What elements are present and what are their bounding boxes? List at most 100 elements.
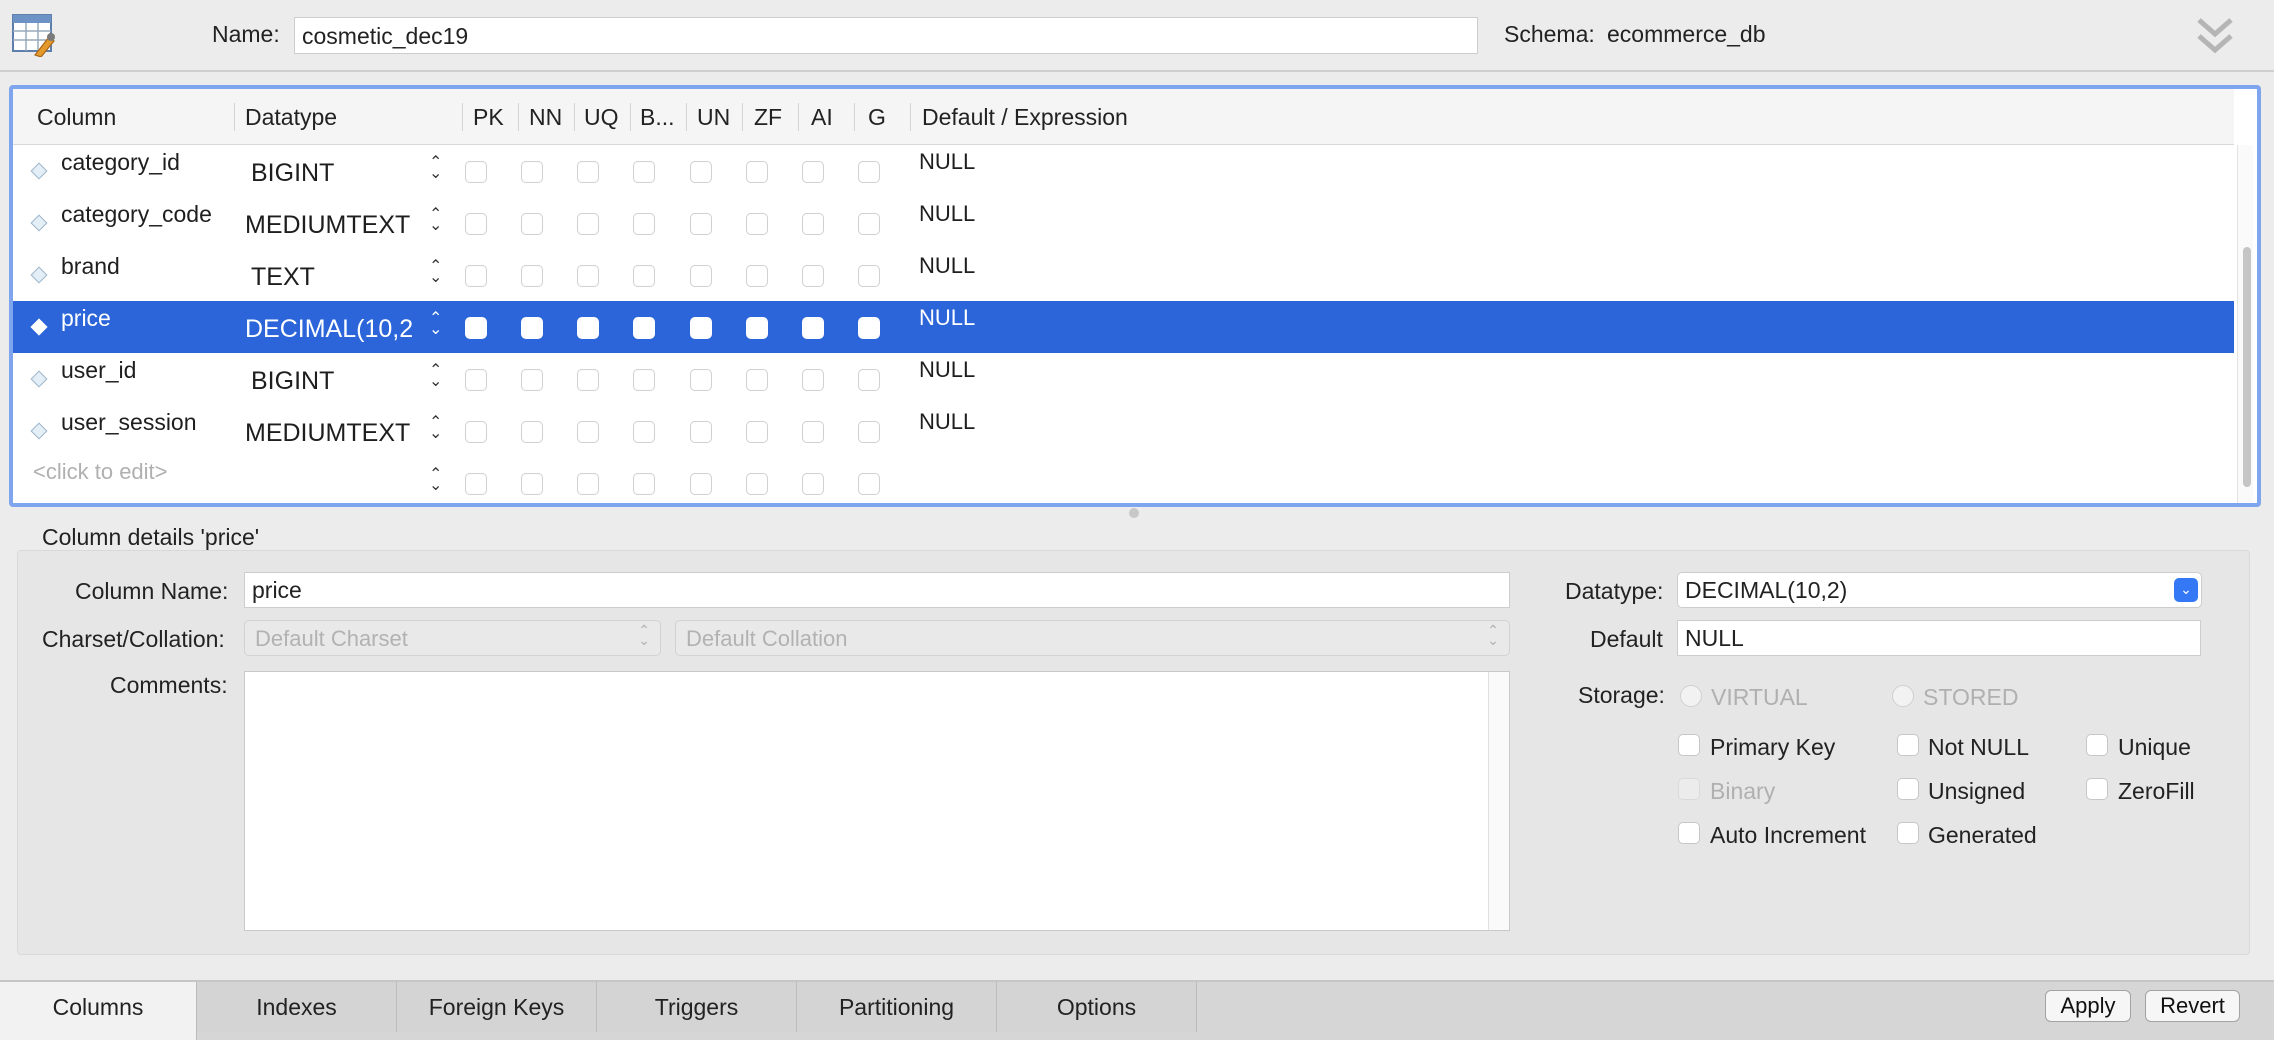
- splitter-handle[interactable]: [1129, 508, 1139, 518]
- pk-checkbox[interactable]: [465, 317, 487, 339]
- table-row-selected[interactable]: price DECIMAL(10,2 ⌃ ⌄ NULL: [13, 301, 2234, 353]
- uq-checkbox[interactable]: [577, 317, 599, 339]
- column-name-cell[interactable]: category_id: [61, 149, 180, 176]
- nn-checkbox[interactable]: [521, 421, 543, 443]
- pk-checkbox[interactable]: [465, 473, 487, 495]
- updown-spinner-icon[interactable]: ⌃ ⌄: [429, 467, 442, 494]
- datatype-cell[interactable]: BIGINT: [251, 367, 441, 396]
- uq-checkbox[interactable]: [577, 473, 599, 495]
- g-checkbox[interactable]: [858, 317, 880, 339]
- updown-spinner-icon[interactable]: ⌃ ⌄: [429, 311, 442, 338]
- collation-select[interactable]: Default Collation ⌃ ⌄: [675, 620, 1510, 656]
- un-checkbox[interactable]: [690, 369, 712, 391]
- datatype-cell[interactable]: BIGINT: [251, 159, 441, 188]
- uq-checkbox[interactable]: [577, 265, 599, 287]
- header-binary[interactable]: B...: [640, 89, 682, 145]
- nn-checkbox[interactable]: [521, 369, 543, 391]
- charset-select[interactable]: Default Charset ⌃ ⌄: [244, 620, 661, 656]
- datatype-combobox[interactable]: DECIMAL(10,2): [1677, 572, 2202, 608]
- revert-button[interactable]: Revert: [2145, 990, 2240, 1022]
- uq-checkbox[interactable]: [577, 161, 599, 183]
- nn-checkbox[interactable]: [521, 265, 543, 287]
- nn-checkbox[interactable]: [521, 317, 543, 339]
- tab-partitioning[interactable]: Partitioning: [797, 982, 997, 1032]
- updown-spinner-icon[interactable]: ⌃ ⌄: [429, 207, 442, 234]
- comments-textarea[interactable]: [244, 671, 1510, 931]
- default-cell[interactable]: NULL: [919, 357, 975, 383]
- nn-checkbox[interactable]: [521, 473, 543, 495]
- g-checkbox[interactable]: [858, 213, 880, 235]
- binary-checkbox[interactable]: [1678, 778, 1700, 800]
- header-uq[interactable]: UQ: [584, 89, 619, 145]
- g-checkbox[interactable]: [858, 265, 880, 287]
- stored-radio[interactable]: [1892, 685, 1914, 707]
- default-cell[interactable]: NULL: [919, 253, 975, 279]
- header-pk[interactable]: PK: [473, 89, 504, 145]
- zf-checkbox[interactable]: [746, 213, 768, 235]
- nn-checkbox[interactable]: [521, 213, 543, 235]
- uq-checkbox[interactable]: [577, 421, 599, 443]
- zf-checkbox[interactable]: [746, 473, 768, 495]
- g-checkbox[interactable]: [858, 161, 880, 183]
- header-nn[interactable]: NN: [529, 89, 562, 145]
- header-datatype[interactable]: Datatype: [245, 89, 337, 145]
- ai-checkbox[interactable]: [802, 161, 824, 183]
- ai-checkbox[interactable]: [802, 265, 824, 287]
- pk-checkbox[interactable]: [465, 265, 487, 287]
- chevron-down-icon[interactable]: ⌄: [2174, 578, 2198, 602]
- ai-checkbox[interactable]: [802, 213, 824, 235]
- columns-grid[interactable]: Column Datatype PK NN UQ B... UN ZF AI G…: [9, 85, 2261, 507]
- uq-checkbox[interactable]: [577, 369, 599, 391]
- header-default[interactable]: Default / Expression: [922, 89, 1128, 145]
- un-checkbox[interactable]: [690, 213, 712, 235]
- tab-indexes[interactable]: Indexes: [197, 982, 397, 1032]
- primary-key-checkbox[interactable]: [1678, 734, 1700, 756]
- header-ai[interactable]: AI: [811, 89, 833, 145]
- tab-columns[interactable]: Columns: [0, 982, 197, 1040]
- table-row[interactable]: category_id BIGINT ⌃ ⌄ NULL: [13, 145, 2234, 197]
- zf-checkbox[interactable]: [746, 369, 768, 391]
- updown-spinner-icon[interactable]: ⌃ ⌄: [429, 155, 442, 182]
- table-name-input[interactable]: cosmetic_dec19: [294, 17, 1478, 54]
- pk-checkbox[interactable]: [465, 161, 487, 183]
- comments-scrollbar[interactable]: [1488, 672, 1509, 930]
- pk-checkbox[interactable]: [465, 213, 487, 235]
- datatype-cell[interactable]: DECIMAL(10,2: [245, 315, 425, 344]
- unique-checkbox[interactable]: [2086, 734, 2108, 756]
- updown-spinner-icon[interactable]: ⌃ ⌄: [429, 363, 442, 390]
- ai-checkbox[interactable]: [802, 369, 824, 391]
- default-input[interactable]: NULL: [1677, 620, 2201, 656]
- apply-button[interactable]: Apply: [2045, 990, 2131, 1022]
- datatype-cell[interactable]: TEXT: [251, 263, 441, 292]
- default-cell[interactable]: NULL: [919, 305, 975, 331]
- column-name-cell[interactable]: brand: [61, 253, 120, 280]
- zf-checkbox[interactable]: [746, 265, 768, 287]
- table-row[interactable]: user_id BIGINT ⌃ ⌄ NULL: [13, 353, 2234, 405]
- binary-checkbox[interactable]: [633, 317, 655, 339]
- table-row[interactable]: user_session MEDIUMTEXT ⌃ ⌄ NULL: [13, 405, 2234, 457]
- table-row[interactable]: brand TEXT ⌃ ⌄ NULL: [13, 249, 2234, 301]
- auto-increment-checkbox[interactable]: [1678, 822, 1700, 844]
- binary-checkbox[interactable]: [633, 213, 655, 235]
- binary-checkbox[interactable]: [633, 421, 655, 443]
- datatype-cell[interactable]: MEDIUMTEXT: [245, 211, 435, 240]
- binary-checkbox[interactable]: [633, 161, 655, 183]
- column-name-cell[interactable]: price: [61, 305, 111, 332]
- un-checkbox[interactable]: [690, 161, 712, 183]
- click-to-edit-placeholder[interactable]: <click to edit>: [33, 459, 168, 485]
- pk-checkbox[interactable]: [465, 421, 487, 443]
- zf-checkbox[interactable]: [746, 421, 768, 443]
- pk-checkbox[interactable]: [465, 369, 487, 391]
- un-checkbox[interactable]: [690, 265, 712, 287]
- tab-triggers[interactable]: Triggers: [597, 982, 797, 1032]
- new-column-row[interactable]: <click to edit> ⌃ ⌄: [13, 457, 2234, 503]
- binary-checkbox[interactable]: [633, 265, 655, 287]
- un-checkbox[interactable]: [690, 317, 712, 339]
- column-name-cell[interactable]: user_id: [61, 357, 136, 384]
- ai-checkbox[interactable]: [802, 473, 824, 495]
- header-zf[interactable]: ZF: [754, 89, 782, 145]
- binary-checkbox[interactable]: [633, 473, 655, 495]
- g-checkbox[interactable]: [858, 421, 880, 443]
- g-checkbox[interactable]: [858, 369, 880, 391]
- ai-checkbox[interactable]: [802, 317, 824, 339]
